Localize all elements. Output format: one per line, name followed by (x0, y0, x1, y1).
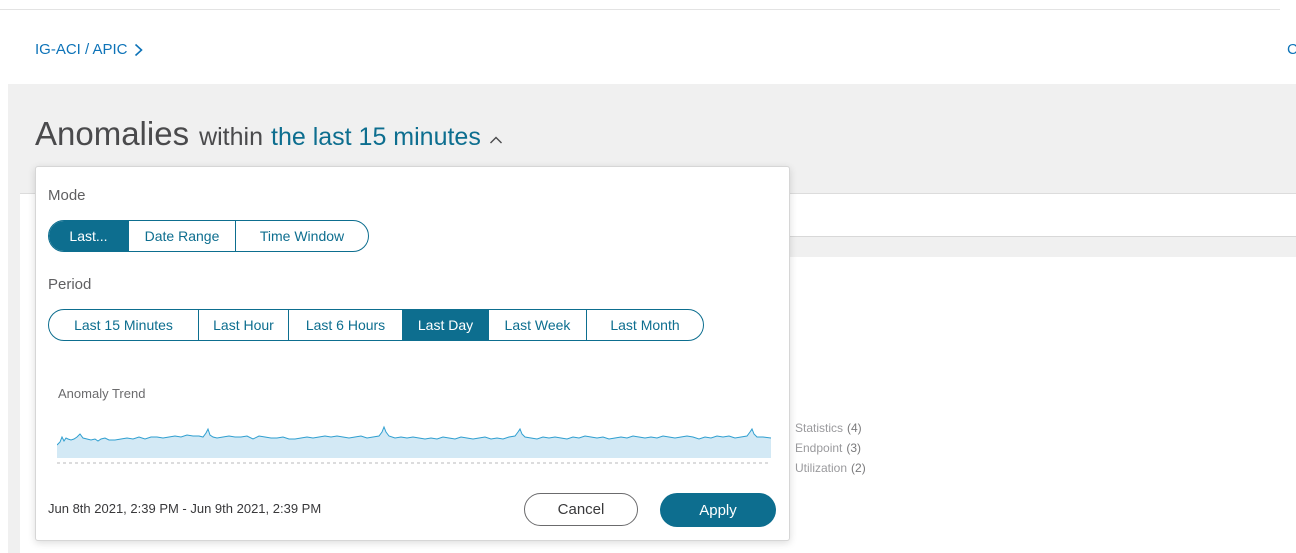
time-range-link[interactable]: the last 15 minutes (271, 123, 481, 152)
selected-date-range: Jun 8th 2021, 2:39 PM - Jun 9th 2021, 2:… (48, 501, 322, 516)
period-option-last-month[interactable]: Last Month (586, 310, 703, 340)
period-segmented-control: Last 15 Minutes Last Hour Last 6 Hours L… (48, 309, 704, 341)
legend-item-endpoint: Endpoint (3) (795, 441, 862, 455)
page-title-within: within (199, 123, 263, 151)
cancel-button[interactable]: Cancel (524, 493, 638, 526)
time-range-popover: Mode Last... Date Range Time Window Peri… (35, 166, 790, 541)
breadcrumb[interactable]: IG-ACI / APIC (35, 41, 143, 58)
period-option-15-minutes[interactable]: Last 15 Minutes (49, 310, 198, 340)
page-title-main: Anomalies (35, 115, 190, 152)
anomaly-trend-sparkline (57, 425, 771, 464)
mode-segmented-control: Last... Date Range Time Window (48, 220, 369, 252)
period-option-last-week[interactable]: Last Week (488, 310, 586, 340)
period-option-6-hours[interactable]: Last 6 Hours (288, 310, 402, 340)
header-bar (0, 10, 1296, 84)
anomaly-trend-label: Anomaly Trend (58, 386, 146, 401)
breadcrumb-label[interactable]: IG-ACI / APIC (35, 41, 128, 58)
period-option-last-day[interactable]: Last Day (402, 310, 488, 340)
filter-bar-strip (790, 237, 1296, 257)
legend-item-utilization: Utilization (2) (795, 461, 866, 475)
mode-option-date-range[interactable]: Date Range (128, 221, 235, 251)
mode-label: Mode (48, 187, 86, 204)
chevron-right-icon[interactable] (134, 43, 143, 57)
chevron-up-icon[interactable] (489, 135, 503, 145)
mode-option-time-window[interactable]: Time Window (235, 221, 368, 251)
category-legend: Statistics (4) Endpoint (3) Utilization (2) (795, 418, 866, 478)
mode-option-last[interactable]: Last... (49, 221, 128, 251)
period-option-last-hour[interactable]: Last Hour (198, 310, 288, 340)
apply-button[interactable]: Apply (660, 493, 776, 527)
header-right-text: C (1287, 41, 1296, 58)
legend-item-statistics: Statistics (4) (795, 421, 862, 435)
page-title: Anomalies within the last 15 minutes (35, 115, 503, 153)
period-label: Period (48, 276, 92, 293)
